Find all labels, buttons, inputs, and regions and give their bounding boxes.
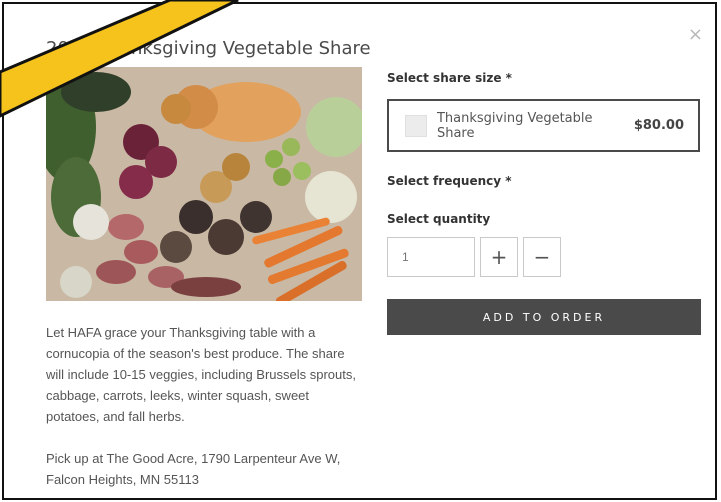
share-checkbox[interactable] — [405, 114, 427, 137]
product-modal: × 2021 Thanksgiving Vegetable Share Let … — [2, 2, 717, 500]
share-option-price: $80.00 — [633, 118, 684, 133]
product-title: 2021 Thanksgiving Vegetable Share — [46, 38, 371, 59]
quantity-minus-button[interactable]: − — [523, 237, 561, 277]
quantity-input[interactable] — [387, 237, 475, 277]
close-icon[interactable]: × — [688, 26, 703, 44]
vegetable-photo — [46, 67, 362, 301]
pickup-paragraph: Pick up at The Good Acre, 1790 Larpenteu… — [46, 451, 341, 487]
product-description: Let HAFA grace your Thanksgiving table w… — [46, 322, 366, 498]
quantity-plus-button[interactable]: + — [480, 237, 518, 277]
share-option-name: Thanksgiving Vegetable Share — [436, 110, 593, 141]
share-option[interactable]: Thanksgiving Vegetable Share $80.00 — [387, 99, 700, 152]
share-size-label: Select share size * — [387, 71, 512, 85]
frequency-label: Select frequency * — [387, 174, 512, 188]
quantity-label: Select quantity — [387, 212, 491, 226]
description-paragraph: Let HAFA grace your Thanksgiving table w… — [46, 325, 356, 424]
add-to-order-button[interactable]: ADD TO ORDER — [387, 299, 701, 335]
